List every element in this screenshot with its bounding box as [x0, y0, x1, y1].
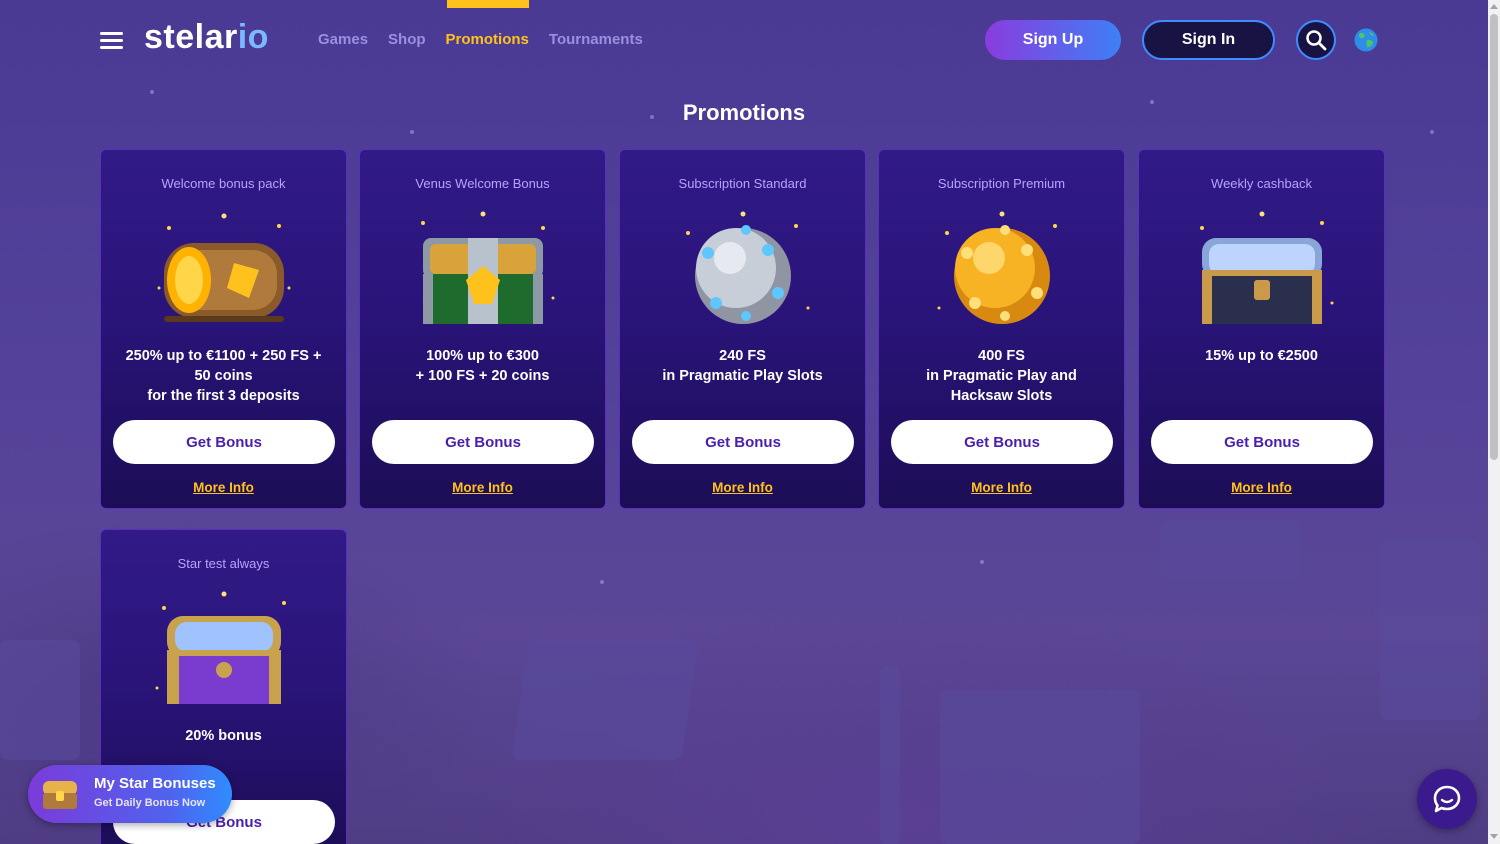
promo-title: Subscription Premium — [937, 176, 1066, 191]
main-nav: Games Shop Promotions Tournaments — [318, 31, 643, 48]
scroll-down-arrow-icon[interactable] — [1490, 834, 1498, 839]
purple-chest-image — [155, 591, 286, 704]
more-info-link[interactable]: More Info — [620, 480, 865, 495]
logo-text: stelar — [144, 18, 238, 56]
more-info-link[interactable]: More Info — [879, 480, 1124, 495]
promo-title: Venus Welcome Bonus — [415, 176, 550, 191]
blue-chest-image — [1200, 211, 1334, 324]
promo-title: Weekly cashback — [1211, 176, 1312, 191]
golden-chest-image — [157, 213, 291, 322]
active-nav-indicator — [447, 0, 529, 8]
promo-description: 400 FS in Pragmatic Play and Hacksaw Slo… — [926, 348, 1077, 404]
search-icon — [1306, 30, 1327, 51]
treasure-chest-icon — [43, 781, 77, 809]
green-chest-image — [421, 211, 555, 324]
get-bonus-button[interactable]: Get Bonus — [372, 420, 594, 464]
widget-subtitle: Get Daily Bonus Now — [94, 797, 206, 809]
hamburger-menu-icon[interactable] — [100, 30, 124, 50]
get-bonus-button[interactable]: Get Bonus — [1151, 420, 1373, 464]
top-header: stelario Games Shop Promotions Tournamen… — [0, 0, 1488, 80]
promo-title: Star test always — [177, 556, 270, 571]
logo-accent: io — [237, 18, 269, 56]
promo-title: Welcome bonus pack — [161, 176, 286, 191]
background-star — [600, 580, 604, 584]
scrollbar-thumb[interactable] — [1490, 14, 1498, 460]
promo-card: Venus Welcome Bonus 100% up to €300 + 10… — [359, 149, 606, 509]
widget-title: My Star Bonuses — [94, 775, 216, 792]
background-rock — [0, 640, 80, 760]
promo-description: 250% up to €1100 + 250 FS + 50 coins for… — [125, 348, 322, 404]
promo-description: 100% up to €300 + 100 FS + 20 coins — [415, 348, 550, 384]
background-rock — [1160, 520, 1300, 580]
get-bonus-button[interactable]: Get Bonus — [891, 420, 1113, 464]
promo-card: Subscription Premium 400 FS in Pragmatic… — [878, 149, 1125, 509]
background-star — [1430, 130, 1434, 134]
get-bonus-button[interactable]: Get Bonus — [113, 420, 335, 464]
promo-title: Subscription Standard — [678, 176, 807, 191]
sign-in-button[interactable]: Sign In — [1142, 20, 1275, 60]
silver-orb-image — [686, 211, 810, 324]
sign-up-button[interactable]: Sign Up — [985, 20, 1121, 60]
background-star — [150, 90, 154, 94]
chat-bubble-icon — [1433, 785, 1461, 813]
my-star-bonuses-widget[interactable]: My Star Bonuses Get Daily Bonus Now — [28, 765, 232, 823]
promo-description: 20% bonus — [185, 728, 262, 744]
nav-tournaments[interactable]: Tournaments — [549, 31, 643, 48]
promo-card: Weekly cashback 15% up to €2500 Get Bonu… — [1138, 149, 1385, 509]
background-rock — [511, 640, 699, 760]
background-rock — [940, 690, 1140, 844]
promo-description: 15% up to €2500 — [1205, 348, 1318, 364]
scroll-up-arrow-icon[interactable] — [1490, 4, 1498, 9]
globe-icon[interactable] — [1354, 28, 1378, 52]
background-rock — [1380, 540, 1480, 720]
background-rock — [880, 665, 900, 844]
more-info-link[interactable]: More Info — [1139, 480, 1384, 495]
chat-button[interactable] — [1417, 769, 1477, 829]
more-info-link[interactable]: More Info — [101, 480, 346, 495]
nav-games[interactable]: Games — [318, 31, 368, 48]
background-star — [410, 130, 414, 134]
search-button[interactable] — [1296, 20, 1336, 60]
promo-card: Welcome bonus pack 250% up to €1100 + 25… — [100, 149, 347, 509]
background-star — [980, 560, 984, 564]
page-scrollbar[interactable] — [1488, 0, 1500, 844]
logo[interactable]: stelario — [144, 18, 269, 57]
promo-card: Subscription Standard 240 FS in Pragmati… — [619, 149, 866, 509]
nav-shop[interactable]: Shop — [388, 31, 426, 48]
nav-promotions[interactable]: Promotions — [446, 31, 529, 48]
get-bonus-button[interactable]: Get Bonus — [632, 420, 854, 464]
more-info-link[interactable]: More Info — [360, 480, 605, 495]
gold-orb-image — [937, 211, 1057, 324]
promo-description: 240 FS in Pragmatic Play Slots — [662, 348, 823, 384]
page-title: Promotions — [682, 100, 806, 125]
